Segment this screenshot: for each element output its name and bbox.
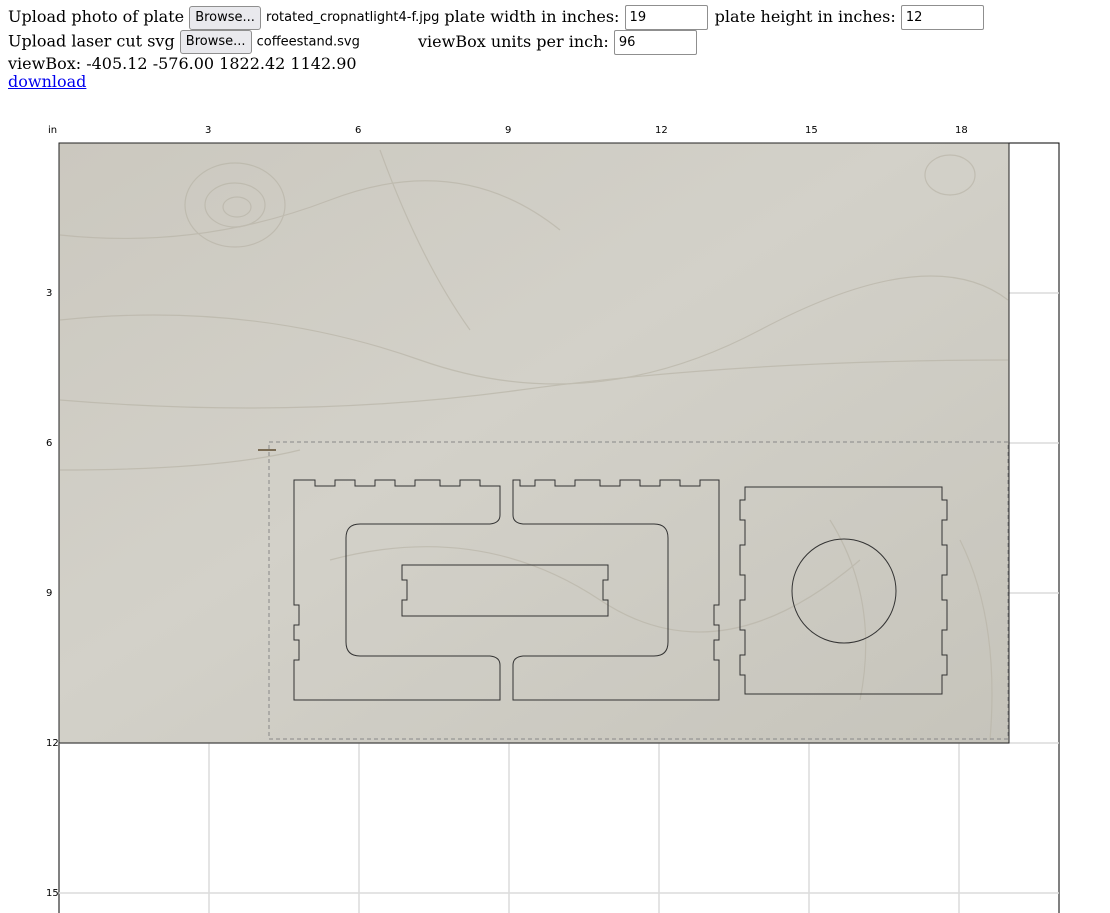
x-tick-label: 12 (655, 125, 668, 136)
y-ruler: 3 6 9 12 15 (46, 288, 59, 899)
plate-preview: in 3 6 9 12 15 18 3 6 9 12 15 (46, 125, 1060, 913)
x-tick-label: 15 (805, 125, 818, 136)
x-ruler: 3 6 9 12 15 18 (205, 125, 968, 136)
y-tick-label: 12 (46, 738, 59, 749)
y-tick-label: 6 (46, 438, 52, 449)
x-tick-label: 6 (355, 125, 361, 136)
y-tick-label: 9 (46, 588, 52, 599)
x-tick-label: 9 (505, 125, 511, 136)
y-tick-label: 3 (46, 288, 52, 299)
ruler-unit-label: in (48, 125, 57, 136)
x-tick-label: 3 (205, 125, 211, 136)
y-tick-label: 15 (46, 888, 59, 899)
plate-photo (58, 142, 1010, 744)
x-tick-label: 18 (955, 125, 968, 136)
